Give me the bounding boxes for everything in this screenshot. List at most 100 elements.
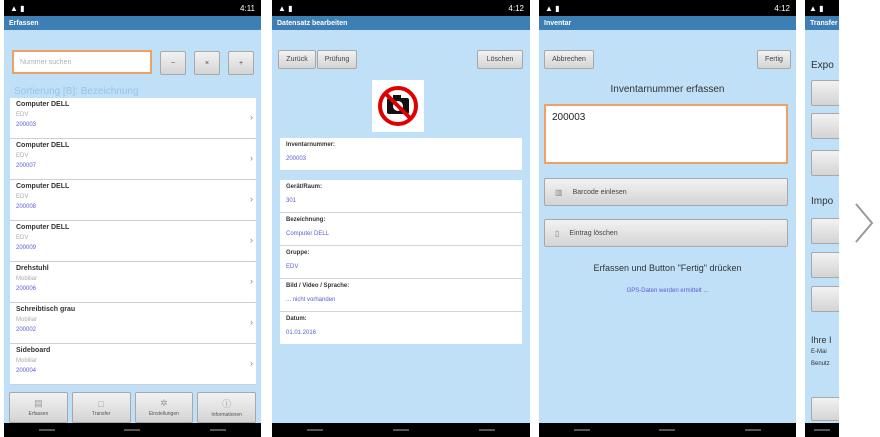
- list-item[interactable]: Sideboard Mobiliar 200004 ›: [10, 344, 256, 385]
- chevron-right-icon: ›: [250, 112, 253, 122]
- back-button[interactable]: Zurück: [278, 50, 316, 69]
- footer-info: Ihre I E-Mai Benutz: [811, 334, 832, 370]
- chevron-right-icon: ›: [250, 235, 253, 245]
- item-name: Schreibtisch grau: [16, 306, 76, 313]
- phone-screen-transfer: ▲ ▮ Transfer Expo Impo Ihre I E-Mai Benu…: [805, 0, 839, 437]
- sort-label[interactable]: Sortierung [B]: Bezeichnung: [14, 86, 139, 97]
- field-value[interactable]: Computer DELL: [280, 227, 522, 246]
- capture-icon: ▤: [34, 398, 43, 408]
- done-button[interactable]: Fertig: [757, 50, 791, 69]
- footer-line: Ihre I: [811, 335, 832, 345]
- no-photo-image[interactable]: [372, 80, 424, 132]
- chevron-right-icon: ›: [250, 194, 253, 204]
- tab-einstellungen[interactable]: ✲ Einstellungen: [134, 392, 194, 423]
- item-number: 200007: [16, 163, 37, 169]
- capture-heading: Inventarnummer erfassen: [610, 84, 725, 95]
- field-label: Gruppe:: [286, 250, 310, 256]
- footer-line: E-Mai: [811, 349, 827, 355]
- delete-button[interactable]: Löschen: [477, 50, 523, 69]
- detail-card-fields: Gerät/Raum: 301 Bezeichnung: Computer DE…: [280, 180, 522, 344]
- tab-transfer[interactable]: □ Transfer: [71, 392, 131, 423]
- footer-button[interactable]: [811, 397, 839, 421]
- status-time: 4:12: [774, 3, 790, 13]
- field-value[interactable]: 200003: [280, 152, 522, 171]
- home-icon[interactable]: [124, 429, 141, 431]
- recents-icon[interactable]: [479, 429, 495, 431]
- footer-line: Benutz: [811, 361, 830, 367]
- field-value[interactable]: 301: [280, 194, 522, 213]
- export-button[interactable]: [811, 80, 839, 106]
- android-nav-bar: [539, 423, 796, 437]
- import-button[interactable]: [811, 286, 839, 312]
- home-icon[interactable]: [659, 429, 676, 431]
- inventory-number-input[interactable]: 200003: [544, 104, 788, 164]
- item-name: Computer DELL: [16, 183, 70, 190]
- import-button[interactable]: [811, 252, 839, 278]
- barcode-scan-button[interactable]: ▥ Barcode einlesen: [544, 178, 788, 206]
- import-label: Impo: [811, 196, 834, 207]
- tab-label: Einstellungen: [148, 411, 179, 417]
- check-button[interactable]: Prüfung: [317, 50, 357, 69]
- barcode-label: Barcode einlesen: [572, 188, 627, 196]
- list-item[interactable]: Computer DELL EDV 200007 ›: [10, 139, 256, 180]
- item-number: 200004: [16, 368, 37, 374]
- field-label: Gerät/Raum:: [286, 184, 323, 190]
- barcode-icon: ▥: [555, 187, 563, 197]
- add-button[interactable]: +: [228, 51, 254, 75]
- back-icon[interactable]: [307, 429, 323, 431]
- no-camera-icon: [378, 86, 418, 126]
- list-item[interactable]: Drehstuhl Mobiliar 200006 ›: [10, 262, 256, 303]
- item-number: 200009: [16, 245, 37, 251]
- item-number: 200003: [16, 122, 37, 128]
- android-nav-bar: [805, 423, 839, 437]
- page-title: Transfer: [810, 19, 838, 27]
- export-button[interactable]: [811, 150, 839, 176]
- page-title: Inventar: [544, 19, 572, 27]
- status-bar: ▲ ▮ 4:12: [539, 0, 796, 16]
- list-item[interactable]: Computer DELL EDV 200003 ›: [10, 98, 256, 139]
- import-button[interactable]: [811, 218, 839, 244]
- item-number: 200006: [16, 286, 37, 292]
- back-icon[interactable]: [38, 429, 55, 431]
- inventory-list: Computer DELL EDV 200003 › Computer DELL…: [10, 98, 256, 385]
- tab-label: Informationen: [211, 412, 242, 418]
- info-icon: ⓘ: [222, 399, 232, 409]
- recents-icon[interactable]: [745, 429, 762, 431]
- delete-entry-button[interactable]: ▯ Eintrag löschen: [544, 219, 788, 247]
- search-input[interactable]: Nummer suchen: [12, 50, 152, 74]
- back-icon[interactable]: [573, 429, 590, 431]
- tab-erfassen[interactable]: ▤ Erfassen: [9, 392, 68, 423]
- carousel-next-arrow[interactable]: [848, 200, 878, 246]
- minus-button[interactable]: −: [160, 51, 186, 75]
- android-nav-bar: [4, 423, 261, 437]
- field-value[interactable]: ... nicht vorhanden: [280, 293, 522, 312]
- field-value[interactable]: EDV: [280, 260, 522, 279]
- field-value[interactable]: 01.01.2016: [280, 326, 522, 344]
- instruction-text: Erfassen und Button "Fertig" drücken: [593, 263, 742, 273]
- list-item[interactable]: Computer DELL EDV 200008 ›: [10, 180, 256, 221]
- recents-icon[interactable]: [210, 429, 227, 431]
- phone-screen-list: ▲ ▮ 4:11 Erfassen Nummer suchen − × + So…: [4, 0, 261, 437]
- tab-informationen[interactable]: ⓘ Informationen: [197, 392, 256, 423]
- status-bar: ▲ ▮: [805, 0, 839, 16]
- tab-label: Transfer: [91, 410, 111, 417]
- back-icon[interactable]: [814, 429, 830, 431]
- multiply-button[interactable]: ×: [194, 51, 220, 75]
- android-nav-bar: [272, 423, 530, 437]
- list-item[interactable]: Schreibtisch grau Mobiliar 200002 ›: [10, 303, 256, 344]
- home-icon[interactable]: [393, 429, 409, 431]
- item-name: Computer DELL: [16, 101, 70, 108]
- cancel-button[interactable]: Abbrechen: [544, 50, 594, 69]
- app-title-bar: Inventar: [539, 16, 796, 30]
- export-label: Expo: [811, 60, 834, 71]
- trash-icon: ▯: [555, 228, 560, 238]
- transfer-icon: □: [98, 398, 104, 409]
- field-label: Bezeichnung:: [286, 217, 326, 223]
- list-item[interactable]: Computer DELL EDV 200009 ›: [10, 221, 256, 262]
- export-button[interactable]: [811, 113, 839, 139]
- item-group: Mobiliar: [16, 276, 38, 282]
- item-name: Computer DELL: [16, 142, 70, 149]
- gps-status: GPS-Daten werden ermittelt ...: [626, 288, 709, 294]
- item-group: EDV: [16, 153, 29, 159]
- app-title-bar: Erfassen: [4, 16, 261, 30]
